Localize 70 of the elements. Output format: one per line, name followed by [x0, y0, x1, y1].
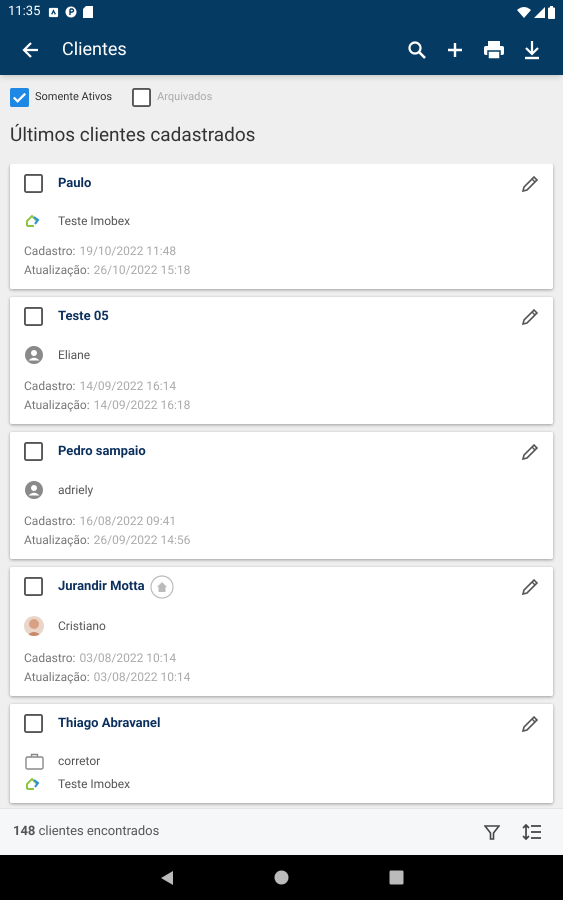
section-heading: Últimos clientes cadastrados — [9, 122, 256, 148]
date-value: 03/08/2022 10:14 — [94, 668, 190, 684]
client-card[interactable]: Jurandir Motta Cristiano Cadastro: 03/08/2022 10:14 Atualização: 03/08/2022 10:14 — [10, 566, 553, 696]
client-name[interactable]: Teste 05 — [58, 306, 109, 326]
checkbox[interactable] — [24, 174, 43, 193]
date-value: 19/10/2022 11:48 — [79, 242, 176, 258]
screen-title: Clientes — [62, 38, 127, 62]
download-button[interactable] — [523, 40, 541, 60]
date-value: 14/09/2022 16:14 — [79, 378, 176, 394]
filter-label: Somente Ativos — [35, 89, 112, 106]
detail-text: corretor — [58, 753, 100, 769]
logo-icon — [26, 214, 42, 228]
checkbox[interactable] — [24, 307, 43, 326]
briefcase-icon — [24, 752, 44, 770]
date-value: 26/10/2022 15:18 — [94, 262, 190, 278]
person-icon — [25, 480, 43, 498]
date-label: Cadastro: — [24, 512, 76, 528]
checkbox[interactable] — [24, 442, 43, 461]
client-card[interactable]: Teste 05 Eliane Cadastro: 14/09/2022 16:14 Atualização: 14/09/2022 16:18 — [10, 296, 553, 424]
person-icon — [25, 346, 43, 364]
date-label: Cadastro: — [24, 378, 76, 394]
date-value: 26/09/2022 14:56 — [94, 532, 190, 548]
back-button[interactable] — [22, 40, 40, 58]
date-value: 14/09/2022 16:18 — [94, 396, 190, 412]
print-button[interactable] — [483, 40, 505, 60]
logo-icon — [26, 776, 42, 790]
home-nav-button[interactable] — [274, 870, 288, 885]
edit-icon[interactable] — [521, 578, 539, 596]
edit-icon[interactable] — [521, 442, 539, 460]
client-name[interactable]: Pedro sampaio — [58, 442, 146, 462]
client-card[interactable]: Thiago Abravanel corretor Teste Imobex — [10, 704, 553, 802]
client-card[interactable]: Pedro sampaio adriely Cadastro: 16/08/2022 09:41 Atualização: 26/09/2022 14:56 — [10, 432, 553, 558]
detail-text: Teste Imobex — [58, 776, 130, 792]
client-name[interactable]: Paulo — [58, 174, 92, 194]
detail-text: Teste Imobex — [58, 212, 130, 228]
edit-icon[interactable] — [521, 714, 539, 732]
battery-icon — [548, 6, 555, 18]
date-label: Cadastro: — [24, 242, 76, 258]
checkbox[interactable] — [24, 577, 43, 596]
date-label: Atualização: — [24, 668, 90, 684]
date-value: 16/08/2022 09:41 — [79, 512, 176, 528]
checkbox[interactable] — [10, 88, 29, 107]
checkbox[interactable] — [24, 714, 43, 733]
detail-text: Eliane — [58, 346, 90, 362]
date-value: 03/08/2022 10:14 — [79, 650, 176, 666]
results-count: 148 clientes encontrados — [13, 823, 160, 842]
client-card[interactable]: Paulo Teste Imobex Cadastro: 19/10/2022 11:48 Atualização: 26/10/2022 15:18 — [10, 164, 553, 288]
filter-label: Arquivados — [157, 89, 212, 106]
recents-nav-button[interactable] — [388, 870, 404, 885]
sort-button[interactable] — [522, 823, 542, 841]
detail-text: adriely — [58, 482, 94, 498]
date-label: Atualização: — [24, 262, 90, 278]
notification-icon — [48, 6, 60, 18]
back-nav-button[interactable] — [160, 870, 174, 886]
notification-icon — [65, 6, 78, 18]
search-button[interactable] — [407, 40, 427, 60]
date-label: Atualização: — [24, 532, 90, 548]
client-name[interactable]: Jurandir Motta — [58, 576, 145, 596]
edit-icon[interactable] — [521, 174, 539, 192]
checkbox[interactable] — [132, 88, 152, 107]
edit-icon[interactable] — [521, 308, 539, 326]
status-time: 11:35 — [8, 3, 40, 22]
signal-icon — [534, 6, 545, 18]
date-label: Atualização: — [24, 396, 90, 412]
client-name[interactable]: Thiago Abravanel — [58, 714, 160, 734]
wifi-icon — [517, 6, 531, 18]
detail-text: Cristiano — [58, 618, 106, 634]
sd-card-icon — [83, 6, 94, 18]
date-label: Cadastro: — [24, 650, 76, 666]
filter-button[interactable] — [484, 824, 500, 840]
